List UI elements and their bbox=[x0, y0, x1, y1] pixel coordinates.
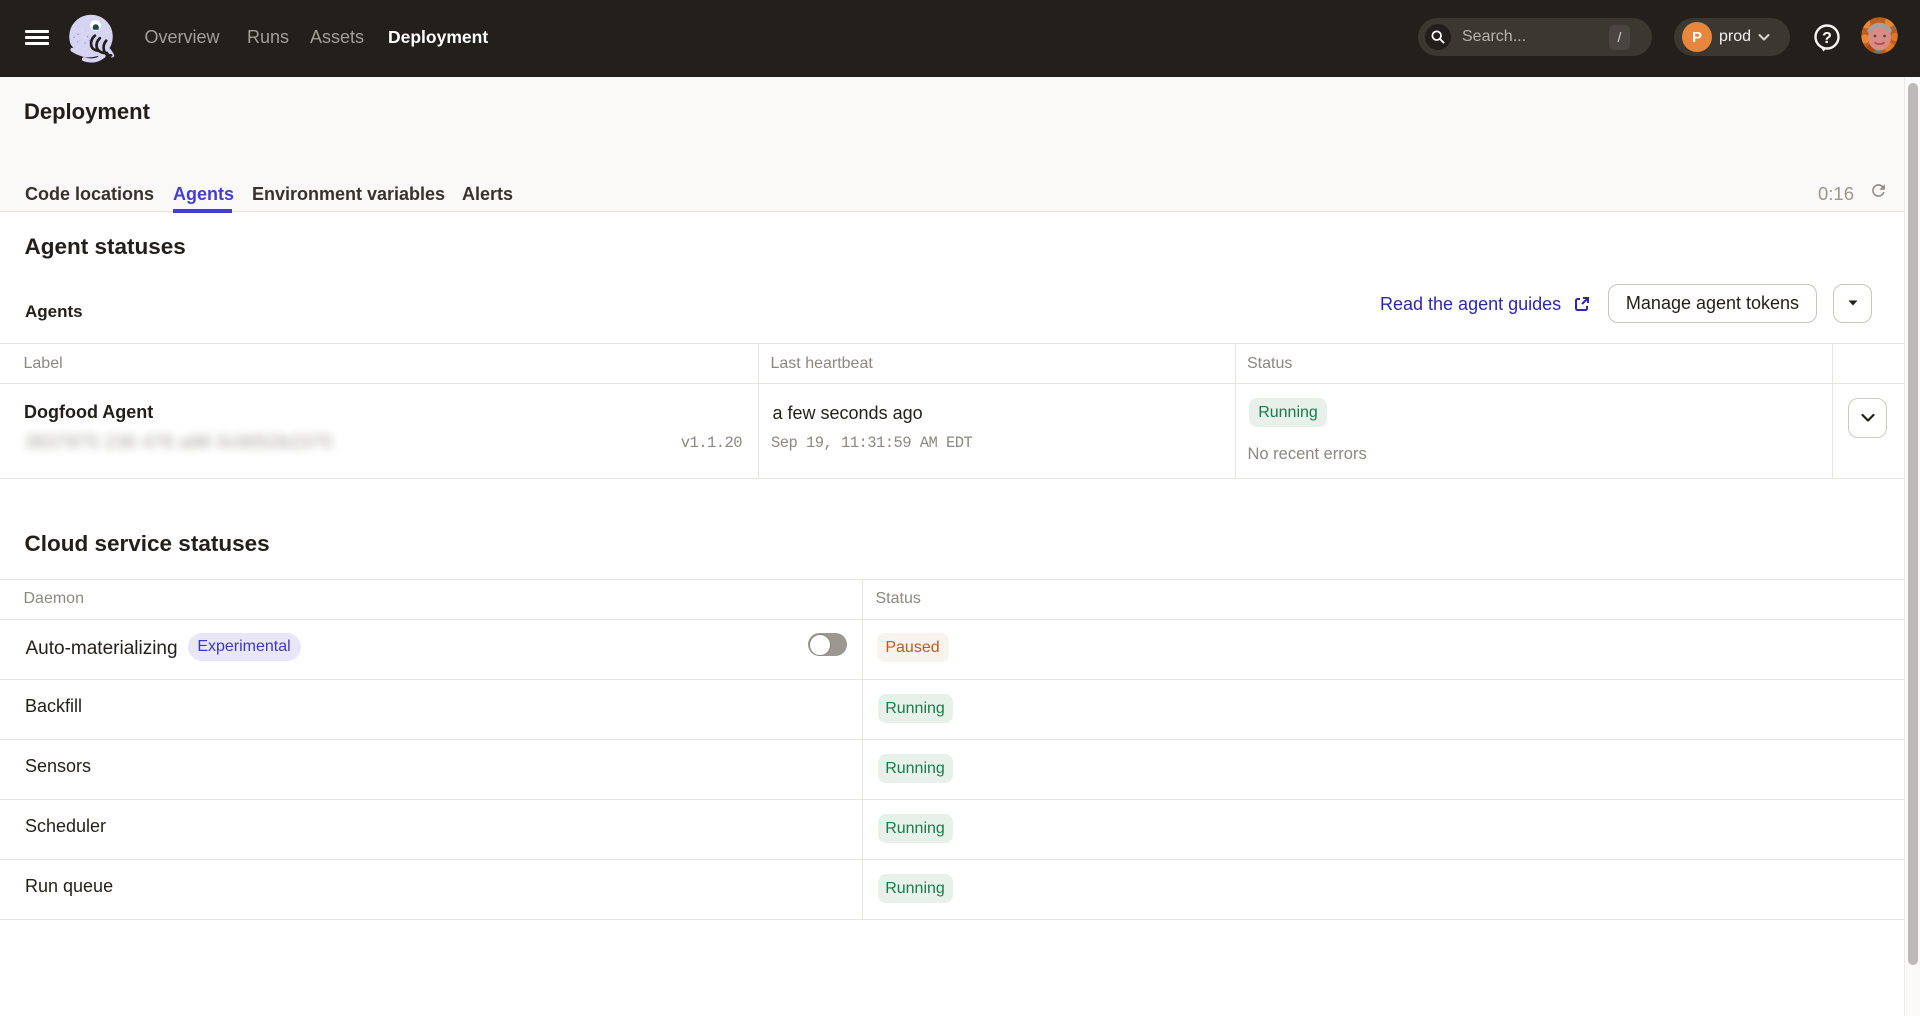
svg-text:?: ? bbox=[1822, 30, 1832, 47]
